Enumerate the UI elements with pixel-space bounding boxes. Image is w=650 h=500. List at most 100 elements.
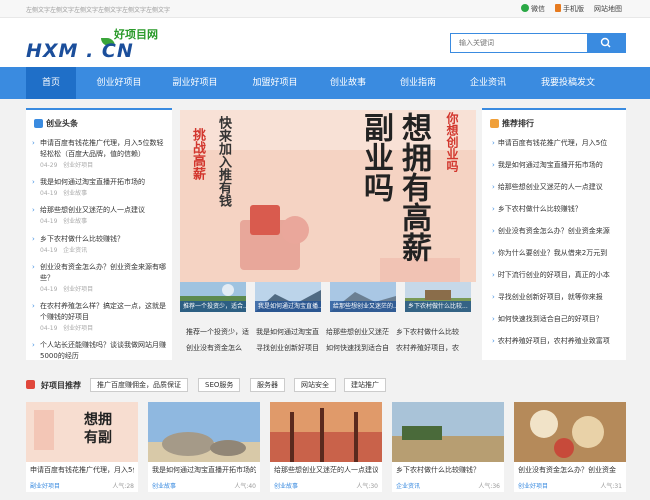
headlines-panel: 创业头条 › 申请百度有钱花推广代理，月入5位数轻轻松松（百度大品牌，值的信赖）…: [26, 108, 172, 360]
recommend-icon: [26, 380, 35, 389]
nav-stories[interactable]: 创业故事: [318, 67, 378, 99]
ranking-title: 推荐排行: [502, 119, 534, 128]
ranking-item[interactable]: › 寻找创业创新好项目，就等你来报: [492, 292, 603, 302]
headline-item[interactable]: › 给那些想创业又迷茫的人一点建议 04-19 创业故事: [32, 205, 166, 227]
banner-challenge-text: 挑战高薪: [190, 128, 205, 180]
ranking-panel: 推荐排行 › 申请百度有钱花推广代理，月入5位 › 我是如何通过淘宝直播开拓市场的 …: [482, 108, 626, 360]
logo-en-text: HXM . CN: [26, 40, 134, 62]
recommend-title: 好项目推荐: [41, 381, 81, 390]
header: 好项目网 HXM . CN: [0, 18, 650, 67]
headline-item[interactable]: › 在农村养殖怎么样？搞定这一点，这就是个赚钱的好项目 04-19 创业好项目: [32, 301, 166, 334]
svg-text:有副: 有副: [84, 429, 112, 446]
center-list-item[interactable]: 乡下农村做什么比较: [396, 327, 459, 337]
headline-item[interactable]: › 创业没有资金怎么办？创业资金来源有哪些？ 04-19 创业好项目: [32, 262, 166, 295]
headlines-title: 创业头条: [46, 119, 78, 128]
thumb-card[interactable]: 给那些想创业又迷茫的...: [330, 282, 396, 312]
search-icon: [600, 37, 611, 48]
headline-item[interactable]: › 申请百度有钱花推广代理，月入5位数轻轻松松（百度大品牌，值的信赖） 04-2…: [32, 138, 166, 171]
center-list-item[interactable]: 我是如何通过淘宝直: [256, 327, 319, 337]
card-popularity: 人气:40: [234, 483, 256, 490]
headline-item[interactable]: › 个人站长还能赚钱吗？谈谈我做网站月赚5000的经历: [32, 340, 166, 360]
center-list-item[interactable]: 如何快速找到适合自: [326, 343, 389, 353]
card-category[interactable]: 创业故事: [152, 481, 176, 490]
top-ticker: 左侧文字左侧文字左侧文字左侧文字左侧文字左侧文字: [26, 7, 171, 14]
card-title: 我是如何通过淘宝直播开拓市场的: [152, 466, 256, 474]
card-popularity: 人气:28: [112, 483, 134, 490]
top-bar: 左侧文字左侧文字左侧文字左侧文字左侧文字左侧文字 微信 手机版 网站地图: [0, 0, 650, 18]
recommend-section-header: 好项目推荐 推广百度赚佣金，品质保证 SEO服务 服务器 网站安全 建站推广: [26, 374, 626, 396]
project-card[interactable]: 给那些想创业又迷茫的人一点建议 创业故事 人气:30: [270, 402, 382, 492]
project-card[interactable]: 乡下农村做什么比较赚钱？ 企业资讯 人气:36: [392, 402, 504, 492]
wechat-icon: [521, 4, 529, 12]
search-button[interactable]: [587, 34, 625, 52]
center-list-item[interactable]: 农村养殖好项目，农: [396, 343, 459, 353]
center-list-item[interactable]: 寻找创业创新好项目: [256, 343, 319, 353]
card-title: 创业没有资金怎么办？创业资金: [518, 466, 616, 474]
center-list-item[interactable]: 推荐一个投资少，适: [186, 327, 249, 337]
wechat-link[interactable]: 微信: [521, 4, 545, 14]
ranking-item[interactable]: › 如何快速找到适合自己的好项目？: [492, 314, 603, 324]
card-image: [148, 402, 260, 462]
tag-security[interactable]: 网站安全: [294, 378, 336, 392]
tag-seo[interactable]: SEO服务: [198, 378, 241, 392]
tag-baidu-promo[interactable]: 推广百度赚佣金，品质保证: [90, 378, 188, 392]
card-popularity: 人气:36: [478, 483, 500, 490]
banner-small-text: 你想创业吗: [445, 112, 459, 172]
card-title: 乡下农村做什么比较赚钱？: [396, 466, 480, 474]
nav-news[interactable]: 企业资讯: [458, 67, 518, 99]
card-popularity: 人气:30: [356, 483, 378, 490]
tag-site-promo[interactable]: 建站推广: [344, 378, 386, 392]
project-card[interactable]: 我是如何通过淘宝直播开拓市场的 创业故事 人气:40: [148, 402, 260, 492]
thumb-card[interactable]: 推荐一个投资少，适合...: [180, 282, 246, 312]
ranking-item[interactable]: › 我是如何通过淘宝直播开拓市场的: [492, 160, 603, 170]
ranking-item[interactable]: › 时下流行创业的好项目，真正的小本: [492, 270, 610, 280]
ranking-title-bar: 推荐排行: [482, 108, 626, 136]
banner-headline: 想拥有高薪副业吗: [358, 112, 431, 262]
card-category[interactable]: 企业资讯: [396, 481, 420, 490]
center-list-item[interactable]: 创业没有资金怎么: [186, 343, 242, 353]
ranking-item[interactable]: › 你为什么要创业？我从借来2万元到: [492, 248, 607, 258]
tag-server[interactable]: 服务器: [250, 378, 285, 392]
site-logo[interactable]: 好项目网 HXM . CN: [26, 26, 186, 62]
nav-submit[interactable]: 我要投稿发文: [528, 67, 608, 99]
nav-side-projects[interactable]: 副业好项目: [162, 67, 228, 99]
top-links: 微信 手机版 网站地图: [521, 4, 622, 14]
ranking-item[interactable]: › 创业没有资金怎么办？创业资金来源: [492, 226, 610, 236]
card-popularity: 人气:31: [600, 483, 622, 490]
project-card[interactable]: 想拥有副 申请百度有钱花推广代理，月入5位数 副业好项目 人气:28: [26, 402, 138, 492]
card-image: 想拥 有副: [26, 402, 138, 462]
card-category[interactable]: 副业好项目: [30, 481, 60, 490]
nav-guide[interactable]: 创业指南: [388, 67, 448, 99]
card-image: [392, 402, 504, 462]
card-title: 申请百度有钱花推广代理，月入5位数: [30, 466, 134, 474]
ranking-icon: [490, 119, 499, 128]
svg-text:想拥: 想拥: [83, 411, 112, 428]
card-category[interactable]: 创业好项目: [518, 481, 548, 490]
search-input[interactable]: [451, 34, 587, 52]
nav-startup-projects[interactable]: 创业好项目: [86, 67, 152, 99]
mobile-link[interactable]: 手机版: [555, 4, 584, 14]
thumb-card[interactable]: 乡下农村做什么比较...: [405, 282, 471, 312]
card-category[interactable]: 创业故事: [274, 481, 298, 490]
sitemap-link[interactable]: 网站地图: [594, 4, 622, 14]
card-image: [514, 402, 626, 462]
search-box: [450, 33, 626, 53]
card-title: 给那些想创业又迷茫的人一点建议: [274, 466, 378, 474]
mobile-icon: [555, 4, 561, 12]
nav-franchise-projects[interactable]: 加盟好项目: [240, 67, 310, 99]
headlines-title-bar: 创业头条: [26, 108, 172, 136]
banner-join-text: 快来加入推有钱: [216, 116, 231, 207]
hero-banner[interactable]: 挑战高薪 快来加入推有钱 想拥有高薪副业吗 你想创业吗: [180, 110, 476, 282]
ranking-item[interactable]: › 农村养殖好项目，农村养殖业致富项: [492, 336, 610, 346]
main-nav: 首页 创业好项目 副业好项目 加盟好项目 创业故事 创业指南 企业资讯 我要投稿…: [0, 67, 650, 99]
project-card[interactable]: 创业没有资金怎么办？创业资金 创业好项目 人气:31: [514, 402, 626, 492]
thumb-card[interactable]: 我是如何通过淘宝直播...: [255, 282, 321, 312]
headline-item[interactable]: › 乡下农村做什么比较赚钱？ 04-19 企业资讯: [32, 234, 166, 256]
nav-home[interactable]: 首页: [26, 67, 76, 99]
ranking-item[interactable]: › 乡下农村做什么比较赚钱？: [492, 204, 582, 214]
center-list-item[interactable]: 给那些想创业又迷茫: [326, 327, 389, 337]
card-image: [270, 402, 382, 462]
ranking-item[interactable]: › 申请百度有钱花推广代理，月入5位: [492, 138, 607, 148]
headline-item[interactable]: › 我是如何通过淘宝直播开拓市场的 04-19 创业故事: [32, 177, 166, 199]
ranking-item[interactable]: › 给那些想创业又迷茫的人一点建议: [492, 182, 603, 192]
